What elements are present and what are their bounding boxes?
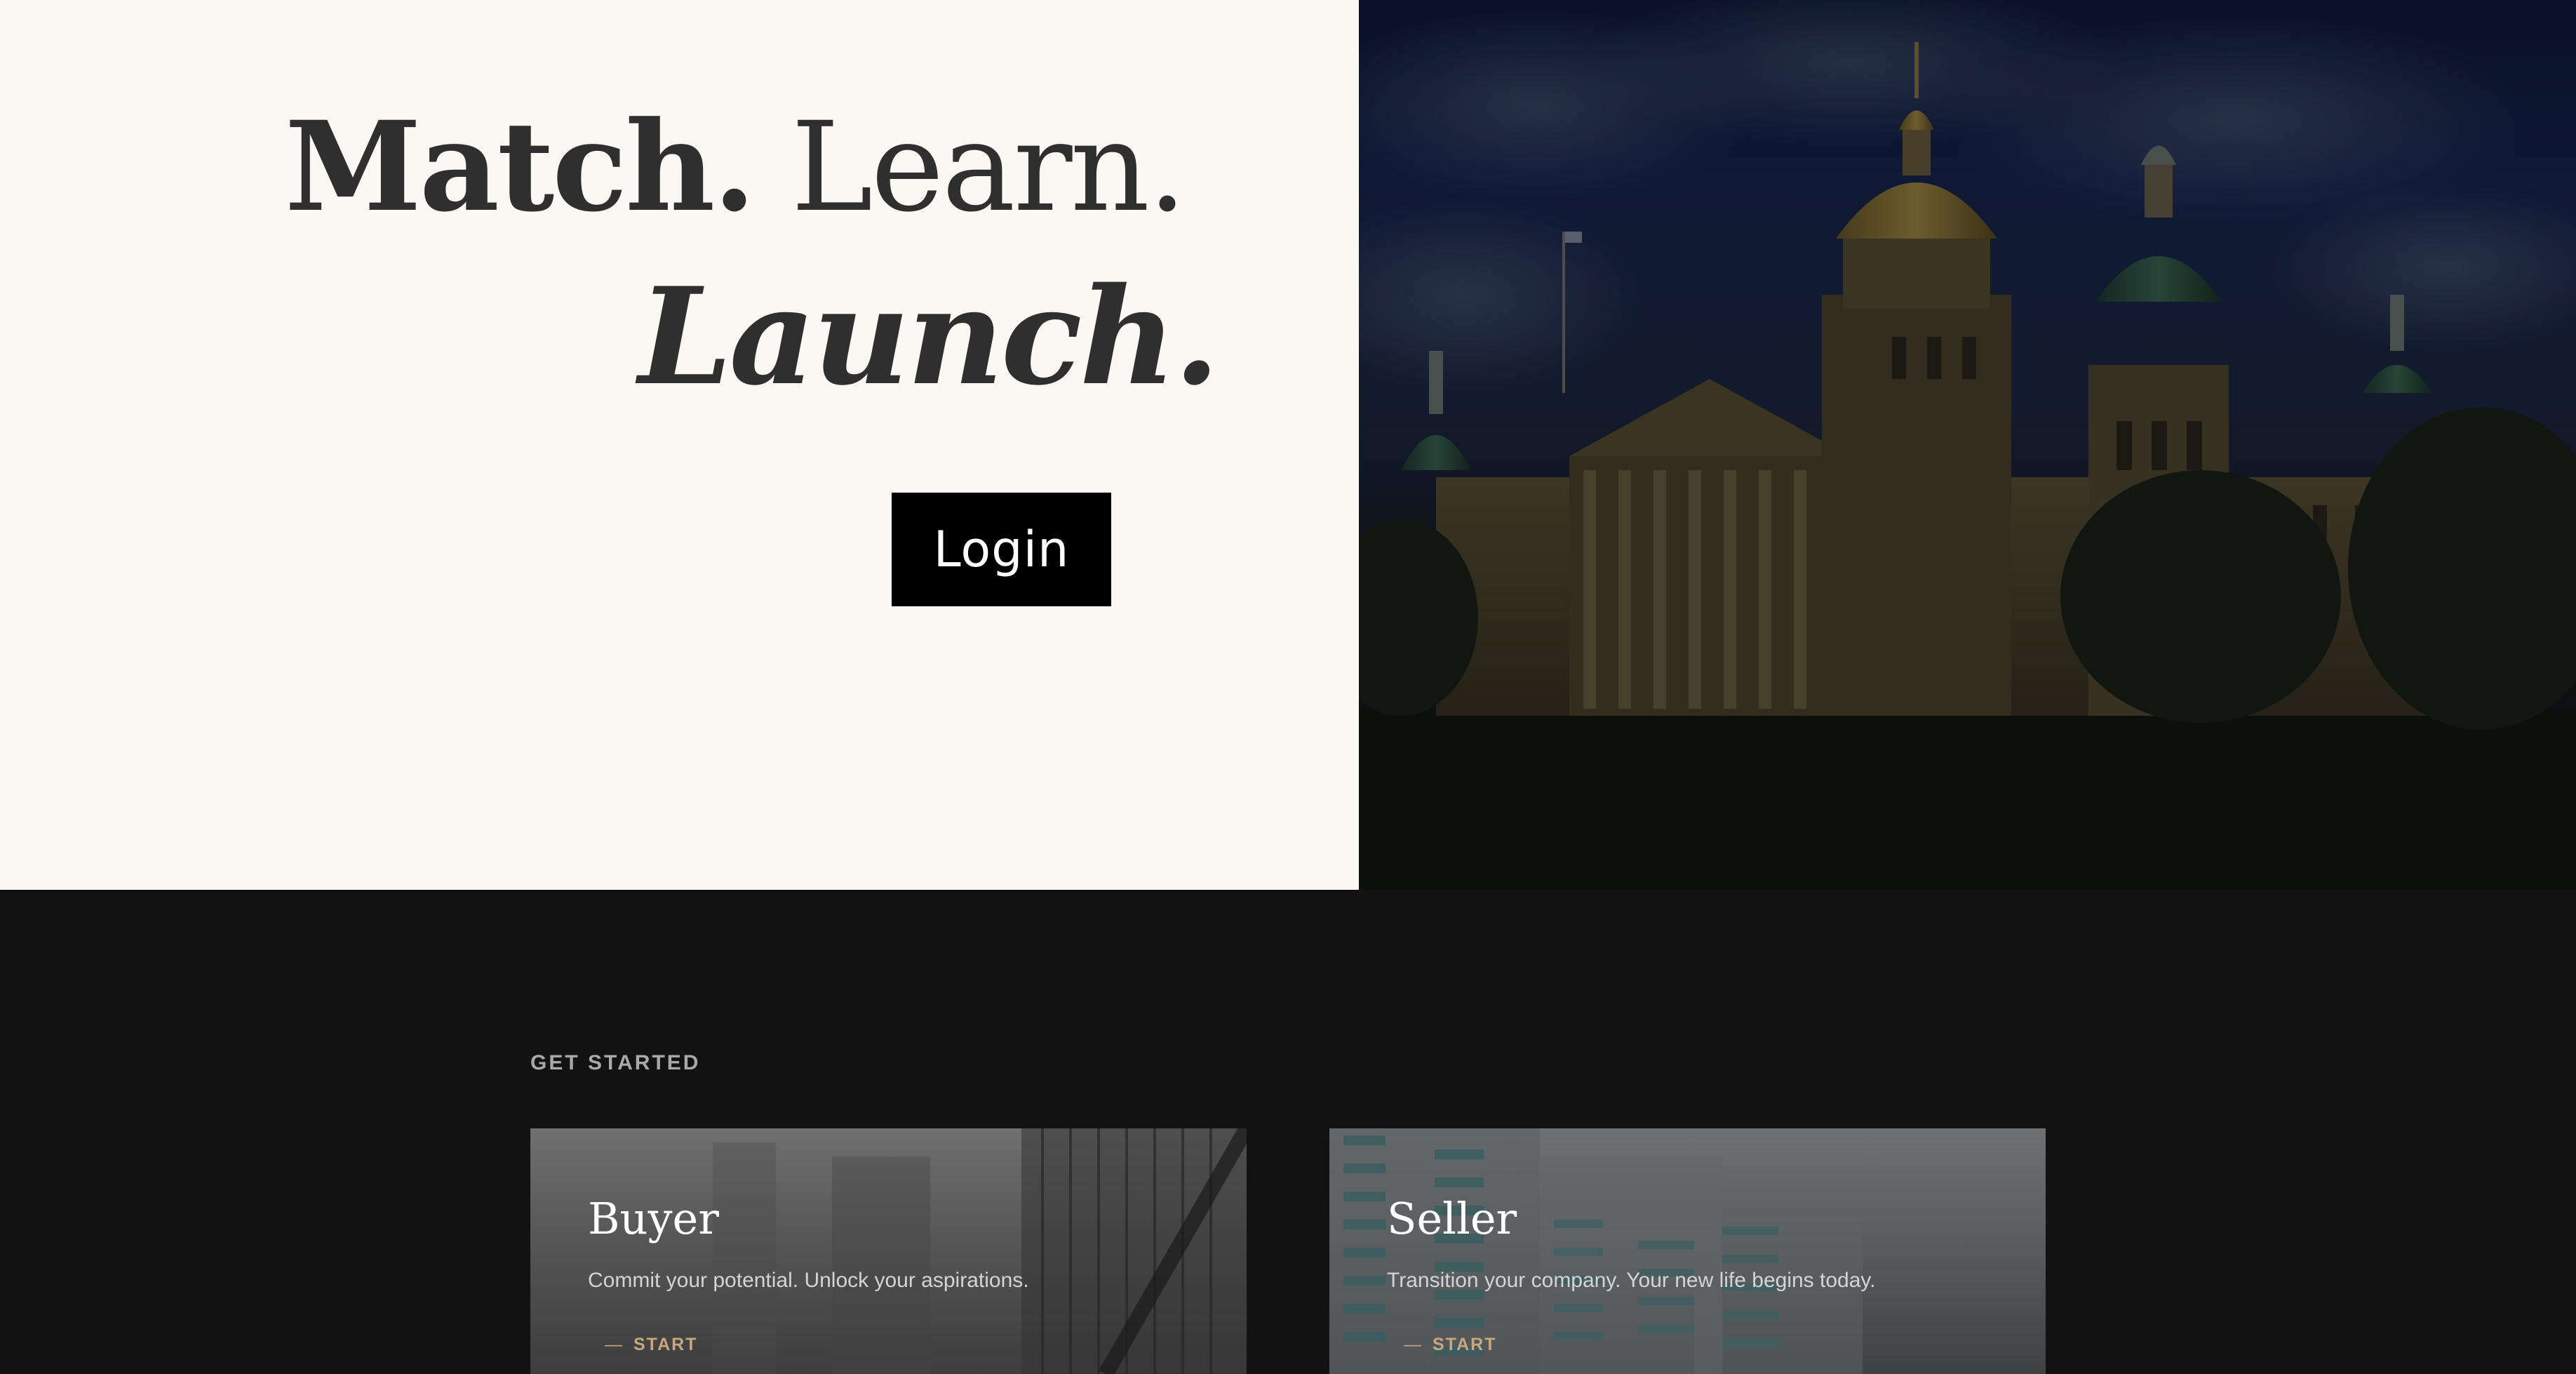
buyer-card[interactable]: Buyer Commit your potential. Unlock your…	[530, 1128, 1247, 1374]
login-button[interactable]: Login	[892, 493, 1111, 606]
dash-icon: —	[1404, 1335, 1423, 1354]
seller-start-link[interactable]: — START	[1404, 1335, 1496, 1355]
headline-learn: Learn.	[753, 95, 1187, 239]
dash-icon: —	[605, 1335, 624, 1354]
headline-launch: Launch.	[638, 258, 1220, 415]
capitol-building-photo	[1359, 0, 2576, 890]
buyer-start-label: START	[633, 1335, 698, 1354]
headline-line-1: Match. Learn.	[285, 105, 1187, 229]
seller-card-description: Transition your company. Your new life b…	[1387, 1269, 1876, 1292]
hero-panel: Match. Learn. Launch. Login	[0, 0, 1359, 890]
headline-match: Match.	[285, 94, 756, 239]
buyer-card-title: Buyer	[588, 1193, 719, 1244]
buyer-card-description: Commit your potential. Unlock your aspir…	[588, 1269, 1029, 1292]
seller-start-label: START	[1433, 1335, 1497, 1354]
get-started-label: GET STARTED	[530, 1051, 701, 1074]
hero-section: Match. Learn. Launch. Login	[0, 0, 2576, 890]
seller-card[interactable]: Seller Transition your company. Your new…	[1329, 1128, 2046, 1374]
seller-card-title: Seller	[1387, 1193, 1517, 1244]
buyer-start-link[interactable]: — START	[605, 1335, 697, 1355]
